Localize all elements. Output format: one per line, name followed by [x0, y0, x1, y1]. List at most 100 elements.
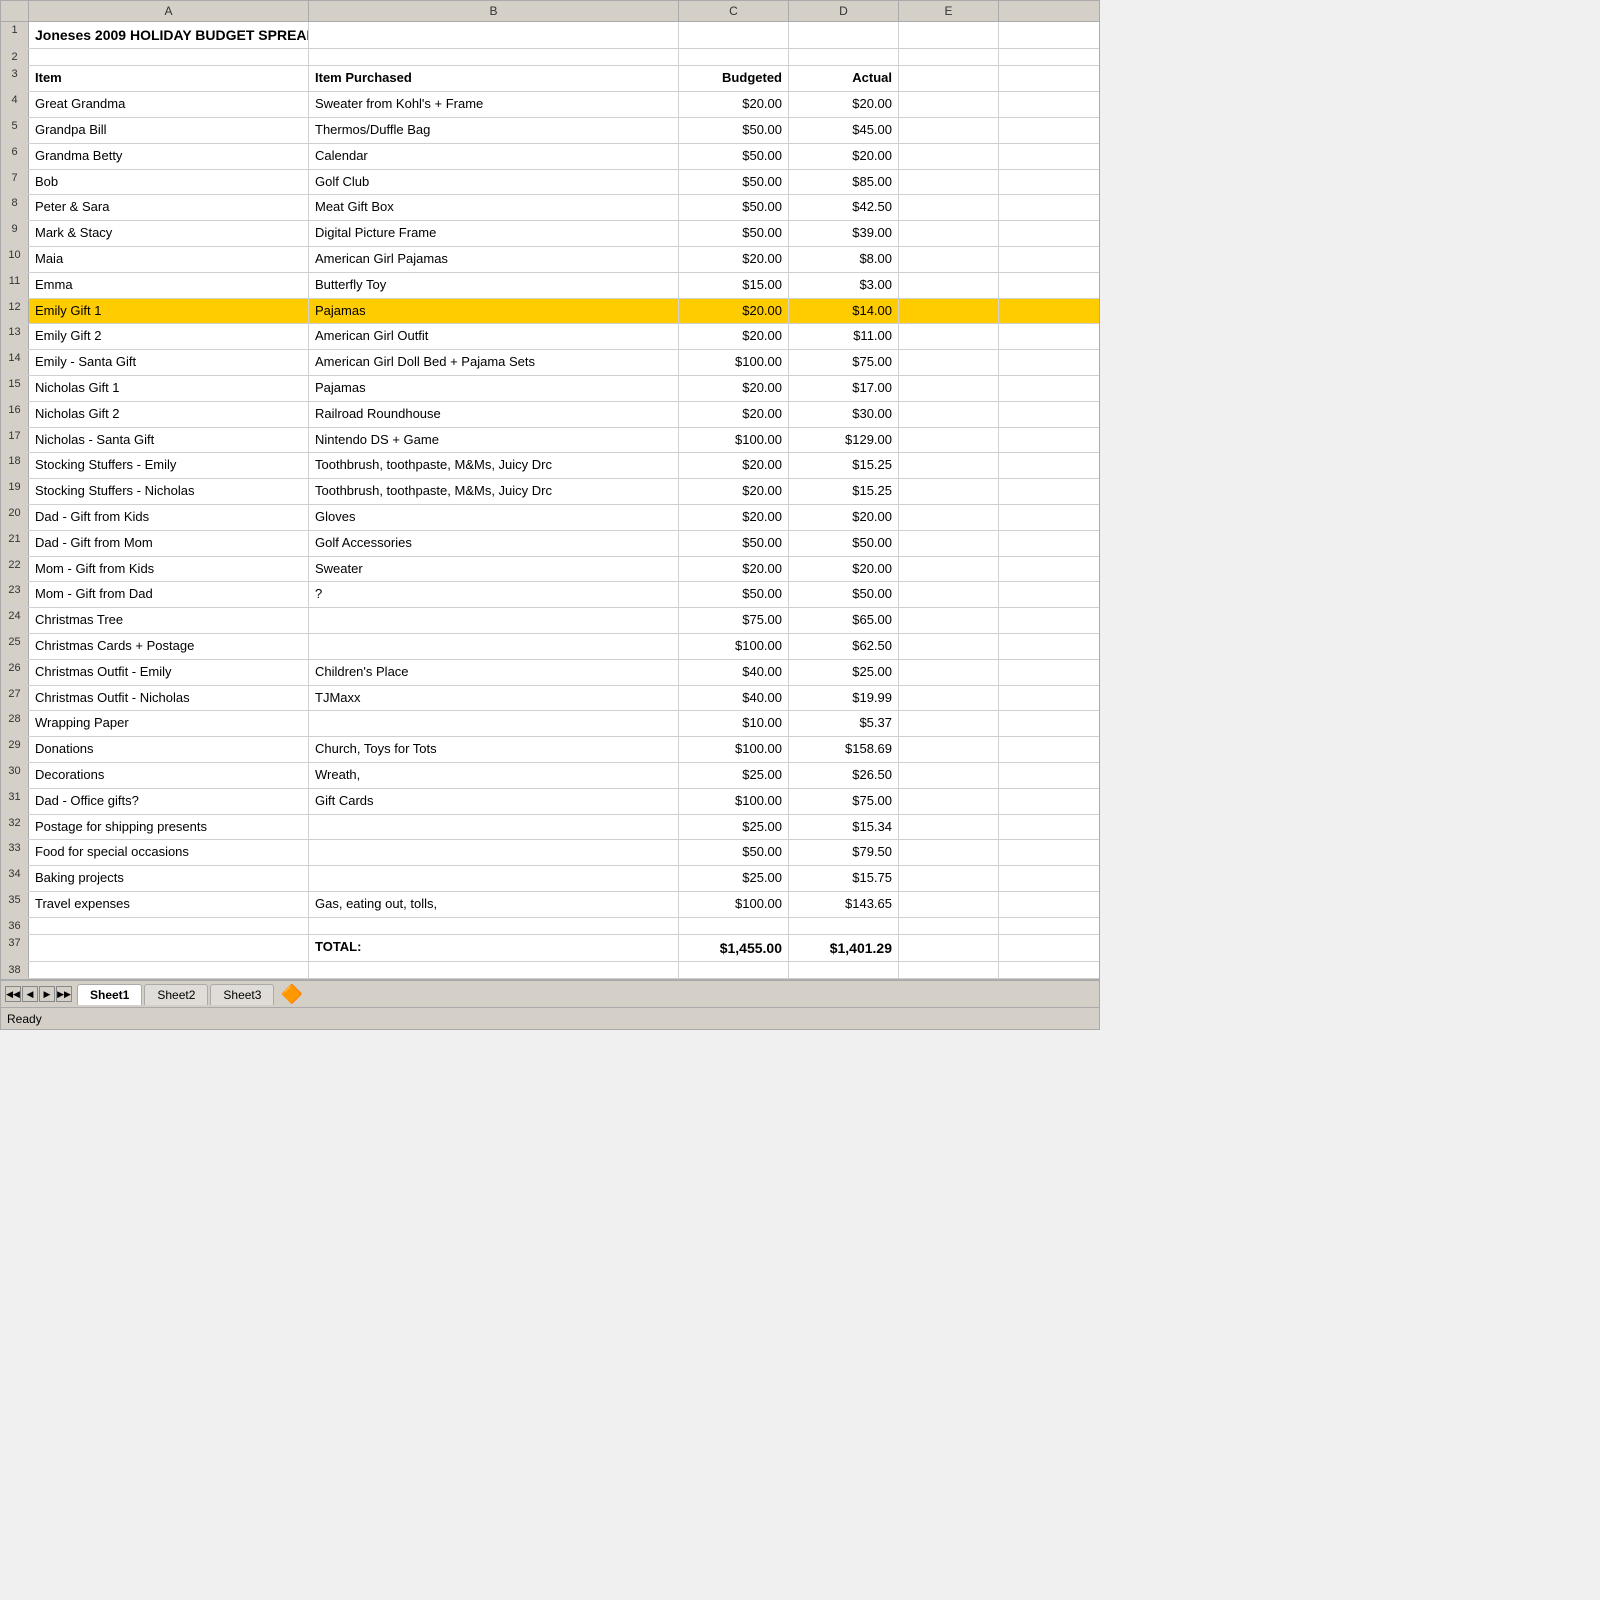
cell-b[interactable] [309, 711, 679, 736]
cell-b[interactable]: Toothbrush, toothpaste, M&Ms, Juicy Drc [309, 479, 679, 504]
cell-a[interactable]: Great Grandma [29, 92, 309, 117]
table-row[interactable]: 20Dad - Gift from KidsGloves$20.00$20.00 [1, 505, 1099, 531]
cell-a[interactable]: Emma [29, 273, 309, 298]
cell-e[interactable] [899, 892, 999, 917]
cell-e[interactable] [899, 144, 999, 169]
table-row[interactable]: 1Joneses 2009 HOLIDAY BUDGET SPREADSHEET [1, 22, 1099, 49]
cell-e[interactable] [899, 763, 999, 788]
cell-e[interactable] [899, 789, 999, 814]
cell-d[interactable]: $5.37 [789, 711, 899, 736]
cell-b[interactable]: TOTAL: [309, 935, 679, 961]
cell-d[interactable]: $129.00 [789, 428, 899, 453]
cell-e[interactable] [899, 402, 999, 427]
cell-a[interactable]: Stocking Stuffers - Nicholas [29, 479, 309, 504]
cell-a[interactable] [29, 49, 309, 65]
cell-a[interactable]: Emily Gift 1 [29, 299, 309, 324]
cell-c[interactable]: $75.00 [679, 608, 789, 633]
cell-b[interactable] [309, 22, 679, 48]
cell-d[interactable]: $62.50 [789, 634, 899, 659]
cell-e[interactable] [899, 170, 999, 195]
insert-sheet-icon[interactable]: 🔶 [280, 984, 302, 1005]
cell-c[interactable]: $20.00 [679, 247, 789, 272]
col-header-d[interactable]: D [789, 1, 899, 21]
cell-b[interactable]: Calendar [309, 144, 679, 169]
cell-e[interactable] [899, 221, 999, 246]
cell-e[interactable] [899, 49, 999, 65]
cell-a[interactable]: Donations [29, 737, 309, 762]
cell-e[interactable] [899, 531, 999, 556]
table-row[interactable]: 3ItemItem PurchasedBudgetedActual [1, 66, 1099, 92]
cell-b[interactable]: Butterfly Toy [309, 273, 679, 298]
sheet-tab-3[interactable]: Sheet3 [210, 984, 274, 1005]
cell-c[interactable] [679, 22, 789, 48]
cell-b[interactable]: American Girl Outfit [309, 324, 679, 349]
table-row[interactable]: 4Great GrandmaSweater from Kohl's + Fram… [1, 92, 1099, 118]
cell-d[interactable]: $25.00 [789, 660, 899, 685]
table-row[interactable]: 12Emily Gift 1Pajamas$20.00$14.00 [1, 299, 1099, 325]
cell-e[interactable] [899, 479, 999, 504]
cell-a[interactable]: Postage for shipping presents [29, 815, 309, 840]
cell-d[interactable] [789, 22, 899, 48]
cell-e[interactable] [899, 737, 999, 762]
cell-b[interactable]: Children's Place [309, 660, 679, 685]
cell-c[interactable]: $100.00 [679, 428, 789, 453]
cell-b[interactable]: Sweater from Kohl's + Frame [309, 92, 679, 117]
cell-d[interactable]: $75.00 [789, 789, 899, 814]
cell-b[interactable]: Church, Toys for Tots [309, 737, 679, 762]
cell-c[interactable]: $20.00 [679, 505, 789, 530]
table-row[interactable]: 11EmmaButterfly Toy$15.00$3.00 [1, 273, 1099, 299]
cell-c[interactable] [679, 962, 789, 978]
cell-d[interactable] [789, 962, 899, 978]
table-row[interactable]: 32Postage for shipping presents$25.00$15… [1, 815, 1099, 841]
cell-c[interactable] [679, 49, 789, 65]
cell-c[interactable]: $1,455.00 [679, 935, 789, 961]
cell-e[interactable] [899, 92, 999, 117]
cell-c[interactable]: $25.00 [679, 763, 789, 788]
cell-e[interactable] [899, 660, 999, 685]
table-row[interactable]: 16Nicholas Gift 2Railroad Roundhouse$20.… [1, 402, 1099, 428]
cell-e[interactable] [899, 962, 999, 978]
cell-e[interactable] [899, 840, 999, 865]
cell-c[interactable]: $25.00 [679, 815, 789, 840]
cell-b[interactable] [309, 918, 679, 934]
cell-d[interactable]: $50.00 [789, 582, 899, 607]
cell-e[interactable] [899, 376, 999, 401]
cell-a[interactable]: Mark & Stacy [29, 221, 309, 246]
cell-d[interactable]: $65.00 [789, 608, 899, 633]
table-row[interactable]: 9Mark & StacyDigital Picture Frame$50.00… [1, 221, 1099, 247]
table-row[interactable]: 15Nicholas Gift 1Pajamas$20.00$17.00 [1, 376, 1099, 402]
cell-d[interactable]: $15.34 [789, 815, 899, 840]
cell-d[interactable]: $15.75 [789, 866, 899, 891]
cell-e[interactable] [899, 686, 999, 711]
cell-d[interactable]: $20.00 [789, 505, 899, 530]
cell-b[interactable]: Meat Gift Box [309, 195, 679, 220]
cell-c[interactable]: $15.00 [679, 273, 789, 298]
cell-b[interactable]: Gas, eating out, tolls, [309, 892, 679, 917]
cell-e[interactable] [899, 195, 999, 220]
cell-b[interactable]: Railroad Roundhouse [309, 402, 679, 427]
cell-c[interactable]: $50.00 [679, 144, 789, 169]
cell-e[interactable] [899, 608, 999, 633]
cell-c[interactable]: $20.00 [679, 557, 789, 582]
cell-e[interactable] [899, 866, 999, 891]
table-row[interactable]: 34Baking projects$25.00$15.75 [1, 866, 1099, 892]
cell-e[interactable] [899, 815, 999, 840]
table-row[interactable]: 21Dad - Gift from MomGolf Accessories$50… [1, 531, 1099, 557]
cell-b[interactable] [309, 815, 679, 840]
cell-d[interactable]: $79.50 [789, 840, 899, 865]
cell-d[interactable]: $8.00 [789, 247, 899, 272]
cell-a[interactable]: Travel expenses [29, 892, 309, 917]
cell-b[interactable]: Item Purchased [309, 66, 679, 91]
cell-d[interactable]: $20.00 [789, 144, 899, 169]
cell-b[interactable] [309, 634, 679, 659]
nav-prev[interactable]: ◀ [22, 986, 38, 1002]
cell-a[interactable]: Mom - Gift from Kids [29, 557, 309, 582]
cell-e[interactable] [899, 935, 999, 961]
cell-b[interactable]: Gift Cards [309, 789, 679, 814]
cell-d[interactable]: $30.00 [789, 402, 899, 427]
cell-a[interactable]: Nicholas Gift 2 [29, 402, 309, 427]
table-row[interactable]: 7BobGolf Club$50.00$85.00 [1, 170, 1099, 196]
cell-a[interactable] [29, 962, 309, 978]
cell-c[interactable]: $20.00 [679, 479, 789, 504]
cell-a[interactable]: Dad - Gift from Mom [29, 531, 309, 556]
